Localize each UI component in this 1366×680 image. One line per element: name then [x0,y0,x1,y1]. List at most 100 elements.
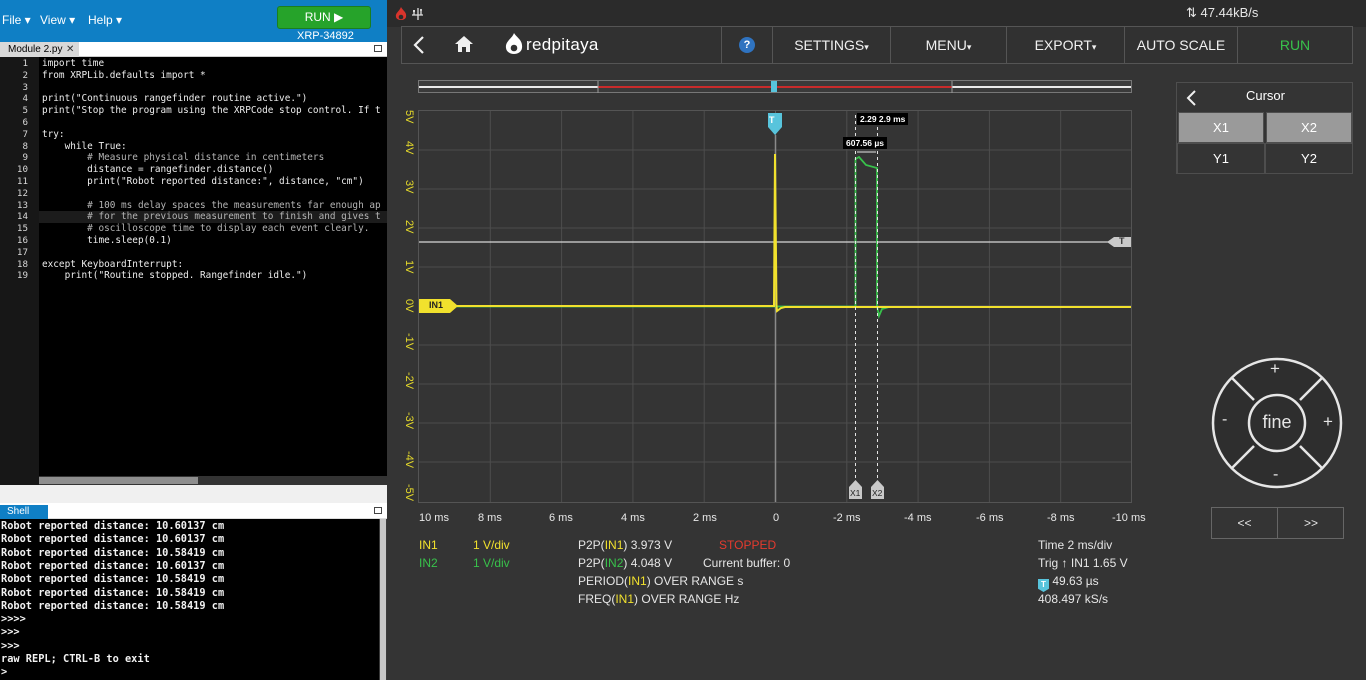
scrollbar-thumb[interactable] [39,477,198,484]
line-number: 10 [16,164,28,176]
p2p-in1-measurement: P2P(IN1) 3.973 V [578,538,673,552]
auto-scale-button[interactable]: AUTO SCALE [1125,37,1237,53]
back-icon[interactable] [412,35,426,55]
y-tick: 0V [403,299,415,313]
run-button[interactable]: RUN ▶ [277,6,371,29]
y-tick: 1V [403,260,415,274]
cursor-panel: Cursor X1 X2 Y1 Y2 [1176,82,1353,174]
status-bar: ⇅ 47.44kB/s [387,0,1366,27]
tab-label: Module 2.py [8,44,63,55]
menu-file[interactable]: File ▾ [2,13,31,27]
cursor-x1-button[interactable]: X1 [1178,112,1264,143]
dpad-down-button[interactable]: - [1273,466,1278,484]
panel-divider[interactable] [0,485,387,503]
shell-output-line: >>> [1,639,20,652]
zoom-controls: << >> [1211,507,1344,539]
cursor-dt-label: 607.56 µs [843,137,887,149]
nav-divider [721,27,722,63]
trigger-small-icon: T [1038,579,1049,592]
editor-horizontal-scrollbar[interactable] [39,476,387,485]
y-tick: 5V [403,110,415,124]
top-navigation: redpitaya ? SETTINGS▾ MENU▾ EXPORT▾ AUTO… [401,26,1353,64]
shell-vertical-scrollbar[interactable] [379,519,387,680]
code-editor[interactable]: 1 2 3 4 5 6 7 8 9 10 11 12 13 14 15 16 17 18 19 import tim… [0,57,387,485]
in1-channel-label[interactable]: IN1 [419,538,438,552]
shell-output-line: Robot reported distance: 10.60137 cm [1,533,225,546]
period-in1-measurement: PERIOD(IN1) OVER RANGE s [578,574,744,588]
x-tick: -4 ms [904,512,932,524]
code-line: # for the previous measurement to finish… [42,211,381,223]
line-number: 16 [16,235,28,246]
shell-output-line: >>>> [1,613,26,626]
help-button[interactable]: ? [739,37,755,53]
in1-trace [419,153,1131,313]
main-menu[interactable]: MENU▾ [891,37,1006,53]
menu-help[interactable]: Help ▾ [88,13,122,27]
maximize-icon[interactable] [374,507,382,514]
y-tick: -3V [403,412,415,430]
x-tick: 0 [773,512,780,524]
line-number: 11 [16,176,28,187]
buffer-position-marker[interactable] [771,81,777,92]
in2-channel-label[interactable]: IN2 [419,556,438,570]
y-tick: 2V [403,220,415,234]
code-line: distance = rangefinder.distance() [42,164,274,176]
cursor-y1-button[interactable]: Y1 [1177,143,1265,174]
cursor-x1-handle-label: X1 [850,488,861,498]
device-id-label: XRP-34892 [297,30,354,42]
settings-menu[interactable]: SETTINGS▾ [773,37,890,53]
trigger-delay: T 49.63 µs [1038,574,1099,592]
line-number: 19 [16,270,28,282]
transfer-arrows-icon: ⇅ [1186,5,1197,20]
x-tick: -10 ms [1112,512,1146,524]
code-line: except KeyboardInterrupt: [42,258,184,270]
buffer-overview-bar[interactable] [418,80,1132,94]
dpad-fine-button[interactable]: fine [1210,412,1344,433]
line-number-gutter: 1 2 3 4 5 6 7 8 9 10 11 12 13 14 15 16 17 18 19 [0,57,39,485]
shell-console[interactable]: Robot reported distance: 10.60137 cm Robo… [0,519,387,680]
line-number: 13 [16,199,28,211]
trigger-info: Trig ↑ IN1 1.65 V [1038,556,1128,570]
shell-output-line: Robot reported distance: 10.58419 cm [1,599,225,612]
xrp-ide: File ▾ View ▾ Help ▾ RUN ▶ XRP-34892 Mod… [0,0,387,680]
y-tick: -2V [403,372,415,390]
line-number: 14 [16,211,28,223]
close-icon[interactable]: ✕ [66,42,74,57]
acquisition-status: STOPPED [719,538,777,552]
run-button[interactable]: RUN [1238,37,1352,53]
current-buffer: Current buffer: 0 [703,556,791,570]
code-line: # oscilloscope time to display each even… [42,223,370,235]
scrollbar-thumb[interactable] [380,519,386,680]
flame-icon [395,7,407,20]
waveform-canvas[interactable] [419,111,1132,502]
fine-adjust-dpad: + + - - fine [1210,356,1344,490]
shell-tab-bar: Shell [0,503,387,519]
oscilloscope-app: ⇅ 47.44kB/s redpitaya ? SETTINGS▾ MENU▾ [387,0,1366,680]
cursor-panel-title: Cursor [1245,88,1285,103]
tab-shell[interactable]: Shell [0,505,48,519]
zoom-out-button[interactable]: << [1212,508,1278,538]
shell-output-line: Robot reported distance: 10.58419 cm [1,546,225,559]
brand-logo: redpitaya [526,35,599,54]
line-number: 15 [16,223,28,235]
y-tick: -1V [403,333,415,351]
export-menu[interactable]: EXPORT▾ [1007,37,1124,53]
menu-view[interactable]: View ▾ [40,13,75,27]
home-icon[interactable] [454,35,474,53]
xrp-toolbar: File ▾ View ▾ Help ▾ RUN ▶ XRP-34892 [0,0,387,42]
maximize-icon[interactable] [374,45,382,52]
tab-module-2[interactable]: Module 2.py ✕ [0,42,79,57]
y-tick: -5V [403,484,415,502]
line-number: 8 [22,140,28,152]
line-number: 7 [22,128,28,140]
cursor-x2-button[interactable]: X2 [1266,112,1352,143]
cursor-x2-handle-label: X2 [872,488,883,498]
line-number: 5 [22,105,28,117]
x-tick: -6 ms [976,512,1004,524]
zoom-in-button[interactable]: >> [1278,508,1344,538]
cursor-y2-button[interactable]: Y2 [1265,143,1353,174]
dpad-up-button[interactable]: + [1270,359,1280,379]
in1-marker-label: IN1 [429,300,444,310]
oscilloscope-plot[interactable]: T T IN1 X1 X2 2.29 2.9 ms 607.56 µs [418,110,1132,503]
code-line: import time [42,58,105,69]
